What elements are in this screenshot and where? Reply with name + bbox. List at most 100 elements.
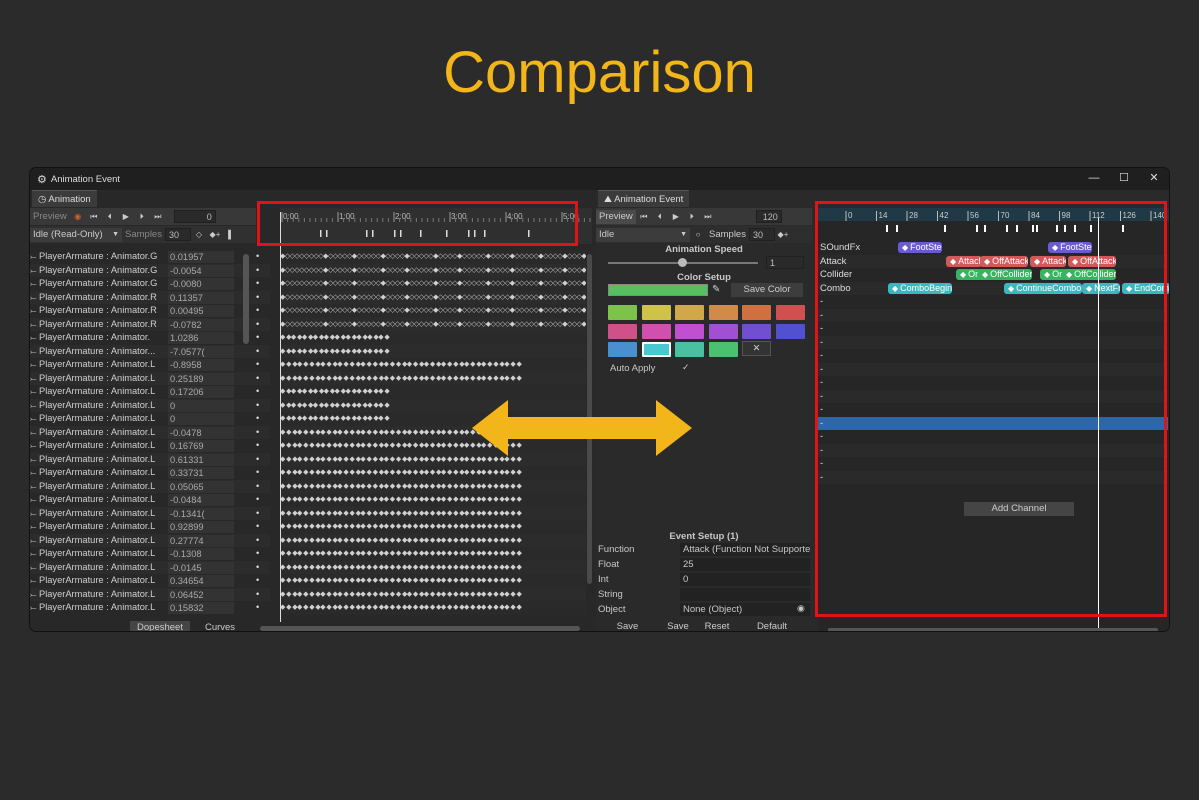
- horizontal-scrollbar[interactable]: [260, 626, 580, 631]
- channel-row[interactable]: SOundFx: [818, 241, 1168, 255]
- property-scrollbar[interactable]: [243, 254, 249, 344]
- color-swatch[interactable]: [675, 305, 704, 320]
- channel-row[interactable]: -: [818, 362, 1168, 376]
- property-value[interactable]: 0.05065: [168, 480, 234, 493]
- next-frame-icon[interactable]: ⏵: [134, 212, 150, 222]
- property-value[interactable]: -7.0577(: [168, 345, 234, 358]
- property-value[interactable]: -0.1341(: [168, 507, 234, 520]
- add-key-icon[interactable]: ◆+: [775, 230, 791, 239]
- color-swatch[interactable]: [775, 323, 805, 339]
- save-all-button[interactable]: Save all: [659, 620, 697, 631]
- keyframe-row[interactable]: ◆ ◆ ◆◆ ◆ ◆ ◆◆ ◆ ◆◆ ◆ ◆ ◆◆ ◆ ◆ ◆◆ ◆ ◆ ◆◆ …: [280, 358, 586, 372]
- property-row[interactable]: ⤚ PlayerArmature : Animator.L 0.06452 •: [30, 587, 270, 601]
- reset-button[interactable]: Reset: [697, 620, 737, 631]
- property-row[interactable]: ⤚ PlayerArmature : Animator.L 0.25189 •: [30, 371, 270, 385]
- property-value[interactable]: 0.92899: [168, 521, 234, 533]
- property-value[interactable]: 0.27774: [168, 534, 234, 547]
- keyframe-icon[interactable]: ◇: [191, 230, 207, 239]
- event-chip[interactable]: ◆ ContinueCombo: [1004, 282, 1082, 294]
- event-chip[interactable]: ◆FootStep: [1048, 242, 1092, 253]
- playhead[interactable]: [280, 212, 281, 622]
- property-value[interactable]: 0.00495: [168, 305, 234, 317]
- property-row[interactable]: ⤚ PlayerArmature : Animator.L 0.16769 •: [30, 439, 270, 453]
- next-frame-icon[interactable]: ⏵: [684, 212, 700, 222]
- tab-animation-event[interactable]: ⛰ Animation Event: [598, 190, 690, 207]
- property-value[interactable]: -0.1308: [168, 548, 234, 560]
- keyframe-row[interactable]: ◆ ◆ ◆◆ ◆ ◆ ◆◆ ◆ ◆◆ ◆ ◆ ◆◆ ◆ ◆ ◆◆ ◆ ◆ ◆◆ …: [280, 533, 586, 547]
- color-swatch[interactable]: [608, 323, 637, 339]
- keyframe-row[interactable]: ◆ ◆ ◆◆ ◆ ◆ ◆◆ ◆ ◆◆ ◆ ◆ ◆◆ ◆ ◆ ◆◆ ◆ ◆ ◆◆ …: [280, 493, 586, 507]
- property-value[interactable]: 0.33731: [168, 467, 234, 479]
- samples-field[interactable]: 30: [164, 228, 191, 241]
- event-chip[interactable]: ◆ OffCollider: [978, 269, 1032, 280]
- property-row[interactable]: ⤚ PlayerArmature : Animator.R -0.0782 •: [30, 317, 270, 331]
- color-swatch[interactable]: [608, 342, 637, 357]
- property-value[interactable]: 0.06452: [168, 588, 234, 601]
- event-chip[interactable]: ◆NextFrame: [1082, 282, 1120, 294]
- color-swatch[interactable]: [708, 305, 738, 320]
- event-chip[interactable]: ◆OffAttack: [980, 255, 1028, 267]
- play-icon[interactable]: ▶: [118, 212, 134, 221]
- property-row[interactable]: ⤚ PlayerArmature : Animator.L -0.0484 •: [30, 493, 270, 507]
- timeline-scrollbar[interactable]: [828, 628, 1158, 631]
- dopesheet-tab[interactable]: Dopesheet: [130, 621, 190, 631]
- channel-row[interactable]: -: [818, 349, 1168, 363]
- play-icon[interactable]: ▶: [668, 212, 684, 221]
- property-row[interactable]: ⤚ PlayerArmature : Animator.L 0.61331 •: [30, 452, 270, 466]
- field-value[interactable]: [680, 588, 810, 601]
- property-row[interactable]: ⤚ PlayerArmature : Animator.R 0.00495 •: [30, 304, 270, 318]
- frame-field[interactable]: 0: [173, 210, 216, 223]
- property-row[interactable]: ⤚ PlayerArmature : Animator.L 0.17206 •: [30, 385, 270, 399]
- add-event-icon[interactable]: ▌: [223, 230, 239, 239]
- event-chip[interactable]: ◆EndCombo: [1122, 282, 1169, 294]
- property-value[interactable]: -0.0484: [168, 494, 234, 506]
- add-key-icon[interactable]: ◆+: [207, 230, 223, 239]
- property-row[interactable]: ⤚ PlayerArmature : Animator.L 0.34654 •: [30, 574, 270, 588]
- preview-button[interactable]: Preview: [30, 210, 70, 224]
- field-value[interactable]: 25: [680, 558, 810, 571]
- property-row[interactable]: ⤚ PlayerArmature : Animator.L 0.92899 •: [30, 520, 270, 534]
- property-row[interactable]: ⤚ PlayerArmature : Animator.L 0 •: [30, 398, 270, 412]
- channel-row[interactable]: -: [818, 389, 1168, 403]
- property-value[interactable]: -0.0080: [168, 278, 234, 290]
- property-value[interactable]: 0.61331: [168, 453, 234, 466]
- default-button[interactable]: Default: [737, 620, 807, 631]
- last-frame-icon[interactable]: ⏭: [700, 212, 716, 222]
- property-value[interactable]: 0.17206: [168, 386, 234, 398]
- add-channel-button[interactable]: Add Channel: [964, 502, 1074, 516]
- property-value[interactable]: 0.15832: [168, 602, 234, 614]
- channel-row[interactable]: -: [818, 443, 1168, 457]
- color-swatch[interactable]: [641, 305, 671, 320]
- property-row[interactable]: ⤚ PlayerArmature : Animator.L 0.15832 •: [30, 601, 270, 615]
- clear-color-button[interactable]: ✕: [742, 341, 771, 356]
- keyframe-row[interactable]: ◆◇◇◇◇◇◇◇◇◆◇◇◇◇◇◆◇◇◇◇◇◆◇◇◇◇◆◇◇◇◇◇◆◇◇◇◇◆◇◇…: [280, 277, 586, 291]
- maximize-button[interactable]: ☐: [1109, 168, 1139, 190]
- property-row[interactable]: ⤚ PlayerArmature : Animator.L 0.27774 •: [30, 533, 270, 547]
- first-frame-icon[interactable]: ⏮: [86, 212, 102, 222]
- property-row[interactable]: ⤚ PlayerArmature : Animator.L 0 •: [30, 412, 270, 426]
- event-clip-dropdown[interactable]: Idle ▼: [596, 227, 690, 242]
- keyframe-row[interactable]: ◆ ◆ ◆◆ ◆ ◆ ◆◆ ◆ ◆◆ ◆ ◆ ◆◆ ◆ ◆ ◆◆ ◆ ◆ ◆◆ …: [280, 371, 586, 385]
- clip-dropdown[interactable]: Idle (Read-Only) ▼: [30, 227, 122, 242]
- color-swatch[interactable]: [708, 342, 738, 357]
- property-value[interactable]: 0.01957: [168, 251, 234, 263]
- color-swatch[interactable]: [641, 323, 671, 339]
- color-swatch[interactable]: [675, 323, 704, 339]
- keyframe-row[interactable]: ◆ ◆ ◆◆ ◆ ◆ ◆◆ ◆ ◆◆ ◆ ◆ ◆◆ ◆ ◆ ◆◆ ◆ ◆ ◆◆ …: [280, 506, 586, 520]
- keyframe-row[interactable]: ◆ ◆◆ ◆◆ ◆◆ ◆◆ ◆◆ ◆◆ ◆◆ ◆◆ ◆◆ ◆: [280, 344, 586, 358]
- color-swatch[interactable]: [708, 323, 738, 339]
- field-value[interactable]: Attack (Function Not Supporte: [680, 543, 810, 556]
- eyedropper-icon[interactable]: ✎: [712, 284, 720, 295]
- curves-tab[interactable]: Curves: [190, 621, 250, 631]
- keyframe-row[interactable]: ◆ ◆◆ ◆◆ ◆◆ ◆◆ ◆◆ ◆◆ ◆◆ ◆◆ ◆◆ ◆: [280, 331, 586, 345]
- color-swatch[interactable]: [742, 323, 771, 339]
- channel-row[interactable]: -: [818, 403, 1168, 417]
- keyframe-row[interactable]: ◆◇◇◇◇◇◇◇◇◆◇◇◇◇◇◆◇◇◇◇◇◆◇◇◇◇◆◇◇◇◇◇◆◇◇◇◇◆◇◇…: [280, 250, 586, 264]
- channel-row[interactable]: -: [818, 416, 1168, 430]
- selected-color-field[interactable]: [608, 284, 708, 296]
- property-row[interactable]: ⤚ PlayerArmature : Animator.G -0.0054 •: [30, 263, 270, 277]
- channel-row[interactable]: -: [818, 430, 1168, 444]
- channel-row[interactable]: -: [818, 335, 1168, 349]
- save-current-button[interactable]: Save current*: [596, 620, 659, 631]
- keyframe-row[interactable]: ◆◇◇◇◇◇◇◇◇◆◇◇◇◇◇◆◇◇◇◇◇◆◇◇◇◇◆◇◇◇◇◇◆◇◇◇◇◆◇◇…: [280, 304, 586, 318]
